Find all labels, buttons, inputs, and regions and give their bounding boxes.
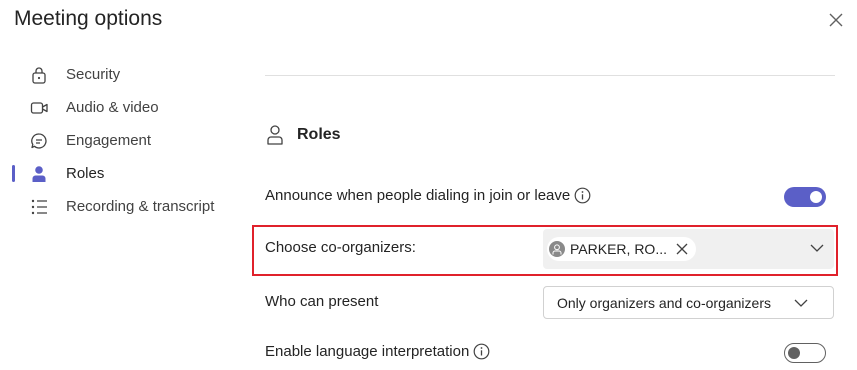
remove-icon[interactable] xyxy=(676,243,688,255)
nav-item-engagement[interactable]: Engagement xyxy=(0,124,240,157)
nav-item-security[interactable]: Security xyxy=(0,58,240,91)
video-camera-icon xyxy=(30,102,48,114)
announce-row: Announce when people dialing in join or … xyxy=(265,187,591,204)
chat-bubble-icon xyxy=(31,133,47,149)
present-row: Who can present xyxy=(265,293,378,310)
chevron-down-icon xyxy=(810,244,824,252)
dropdown-value: Only organizers and co-organizers xyxy=(557,295,771,311)
who-can-present-dropdown[interactable]: Only organizers and co-organizers xyxy=(543,286,834,319)
roles-section-header: Roles xyxy=(265,124,341,146)
list-icon xyxy=(31,199,47,215)
dialog-title: Meeting options xyxy=(14,7,163,30)
interpretation-label: Enable language interpretation xyxy=(265,343,470,360)
nav-item-label: Security xyxy=(66,66,121,83)
announce-toggle[interactable] xyxy=(784,187,826,207)
nav-item-recording-transcript[interactable]: Recording & transcript xyxy=(0,190,240,223)
info-icon[interactable] xyxy=(473,343,490,360)
nav-item-audio-video[interactable]: Audio & video xyxy=(0,91,240,124)
nav-item-label: Audio & video xyxy=(66,99,159,116)
nav-item-roles[interactable]: Roles xyxy=(0,157,240,190)
person-icon xyxy=(552,243,562,254)
close-icon[interactable] xyxy=(826,10,846,30)
person-icon xyxy=(267,125,283,145)
coorganizers-label: Choose co-organizers: xyxy=(265,239,416,256)
nav-item-label: Roles xyxy=(66,165,105,182)
person-icon xyxy=(32,166,46,182)
toggle-knob xyxy=(788,347,800,359)
nav-item-label: Engagement xyxy=(66,132,152,149)
announce-label: Announce when people dialing in join or … xyxy=(265,187,571,204)
info-icon[interactable] xyxy=(574,187,591,204)
active-indicator xyxy=(12,165,15,182)
avatar xyxy=(549,241,565,257)
interpretation-row: Enable language interpretation xyxy=(265,343,490,360)
coorganizer-chip[interactable]: PARKER, RO... xyxy=(547,237,696,261)
lock-icon xyxy=(32,67,46,84)
toggle-knob xyxy=(810,191,822,203)
options-nav: Security Audio & video Engagement Roles … xyxy=(0,58,240,223)
present-label: Who can present xyxy=(265,293,379,310)
section-divider xyxy=(265,75,835,76)
interpretation-toggle[interactable] xyxy=(784,343,826,363)
coorganizer-name: PARKER, RO... xyxy=(570,241,667,257)
nav-item-label: Recording & transcript xyxy=(66,198,215,215)
section-title: Roles xyxy=(297,126,341,143)
coorganizers-picker[interactable]: PARKER, RO... xyxy=(543,229,834,269)
chevron-down-icon xyxy=(794,299,808,307)
coorganizers-row: Choose co-organizers: xyxy=(265,239,416,256)
